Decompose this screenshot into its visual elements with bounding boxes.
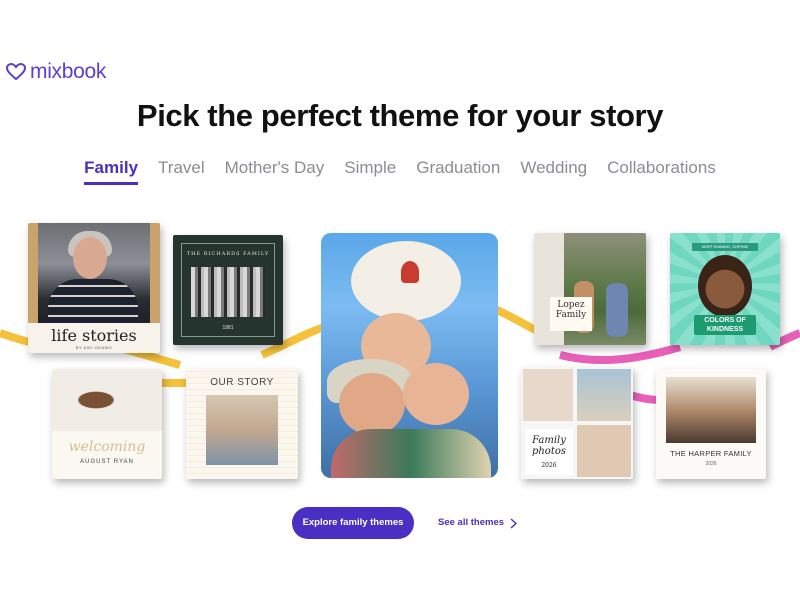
theme-book-life-stories[interactable]: life stories BY AIKI OKAMO	[28, 223, 160, 353]
book-title: OUR STORY	[210, 377, 274, 388]
photo-detail	[331, 429, 491, 478]
book-cover-photo	[577, 425, 631, 477]
book-title: welcoming	[68, 439, 146, 455]
book-title: THE HARPER FAMILY	[670, 449, 752, 458]
photo-detail	[339, 373, 405, 435]
tab-simple[interactable]: Simple	[344, 156, 396, 185]
book-title: Family photos	[531, 435, 567, 457]
book-caption: life stories BY AIKI OKAMO	[28, 323, 160, 353]
book-name: AUGUST RYAN	[80, 459, 134, 465]
book-year: 2026	[541, 462, 557, 469]
book-title: THE RICHARDS FAMILY	[186, 251, 270, 257]
featured-family-photo	[321, 233, 498, 478]
photo-detail	[48, 279, 138, 325]
tab-collaborations[interactable]: Collaborations	[607, 156, 716, 185]
heart-icon	[6, 63, 26, 81]
theme-book-lopez-family[interactable]: Lopez Family	[534, 233, 646, 345]
book-title: life stories	[51, 326, 137, 345]
tab-wedding[interactable]: Wedding	[520, 156, 587, 185]
book-cover-photo	[523, 369, 573, 421]
theme-gallery: life stories BY AIKI OKAMO THE RICHARDS …	[0, 215, 800, 495]
tab-family[interactable]: Family	[84, 156, 139, 185]
chevron-right-icon	[510, 517, 518, 529]
photo-detail	[606, 283, 628, 337]
tab-mothers-day[interactable]: Mother's Day	[225, 156, 325, 185]
tab-travel[interactable]: Travel	[158, 156, 205, 185]
book-cover-photo	[698, 255, 752, 317]
book-subtitle: BY AIKI OKAMO	[75, 345, 113, 350]
theme-book-welcoming[interactable]: welcoming AUGUST RYAN	[52, 369, 162, 479]
see-all-label: See all themes	[438, 517, 505, 528]
theme-book-richards-family[interactable]: THE RICHARDS FAMILY 1981	[173, 235, 283, 345]
book-cover-photo	[52, 369, 162, 431]
photo-detail	[403, 363, 469, 425]
explore-family-themes-button[interactable]: Explore family themes	[292, 507, 414, 539]
theme-book-colors-of-kindness[interactable]: KEEP SHINING, SOPHIE! COLORS OF KINDNESS	[670, 233, 780, 345]
book-title: COLORS OF KINDNESS	[694, 315, 756, 335]
book-cover-photo	[577, 369, 631, 421]
tab-graduation[interactable]: Graduation	[416, 156, 500, 185]
theme-tabs: Family Travel Mother's Day Simple Gradua…	[0, 156, 800, 185]
book-cover-photo	[666, 377, 756, 443]
theme-book-harper-family[interactable]: THE HARPER FAMILY 2026	[656, 369, 766, 479]
book-cover-photo	[206, 395, 278, 465]
book-label: Family photos 2026	[525, 429, 573, 475]
brand-name: mixbook	[30, 60, 107, 83]
theme-book-family-photos[interactable]: Family photos 2026	[521, 367, 633, 479]
book-title: Lopez Family	[550, 297, 592, 331]
book-cover-photo	[191, 267, 265, 317]
mixbook-logo[interactable]: mixbook	[6, 60, 106, 84]
see-all-themes-link[interactable]: See all themes	[438, 507, 518, 539]
book-year: 1981	[222, 325, 234, 331]
photo-detail	[73, 237, 107, 279]
photo-detail	[401, 261, 419, 283]
book-year: 2026	[705, 461, 717, 467]
theme-book-our-story[interactable]: OUR STORY	[186, 369, 298, 479]
page-title: Pick the perfect theme for your story	[136, 98, 664, 133]
book-tagline: KEEP SHINING, SOPHIE!	[692, 243, 758, 251]
